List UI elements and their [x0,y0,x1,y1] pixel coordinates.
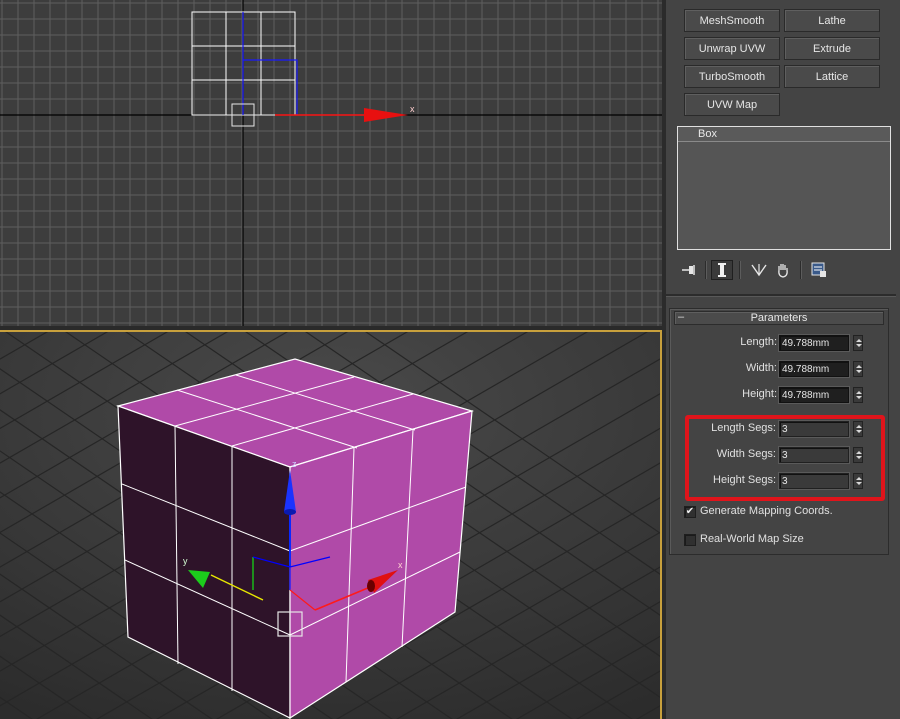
pin-stack-icon[interactable] [678,260,700,280]
modifier-stack-item-box[interactable]: Box [678,127,890,142]
length-field[interactable]: 49.788mm [779,335,849,351]
perspective-viewport[interactable]: z y x [0,330,662,719]
show-end-result-icon[interactable] [711,260,733,280]
configure-modifier-sets-icon[interactable] [808,260,830,280]
rollout-title: Parameters [750,312,808,324]
real-world-map-size-label: Real-World Map Size [700,533,804,545]
perspective-scene: z y x [0,332,660,719]
lattice-button[interactable]: Lattice [784,65,880,88]
command-panel: MeshSmooth Lathe Unwrap UVW Extrude Turb… [666,0,900,719]
length-segs-spinner[interactable] [853,421,863,437]
height-segs-field[interactable]: 3 [779,473,849,489]
width-segs-spinner[interactable] [853,447,863,463]
top-x-axis-label: x [410,104,415,114]
generate-mapping-checkbox[interactable]: ✔ [684,506,696,518]
width-segs-field[interactable]: 3 [779,447,849,463]
gizmo-y-label: y [183,556,188,566]
real-world-map-size-checkbox[interactable] [684,534,696,546]
remove-modifier-icon[interactable] [772,260,794,280]
width-field[interactable]: 49.788mm [779,361,849,377]
length-segs-label: Length Segs: [711,422,776,434]
parameters-rollout: – Parameters Length: 49.788mm Width: 49.… [669,308,889,555]
lathe-button[interactable]: Lathe [784,9,880,32]
width-segs-label: Width Segs: [716,448,776,460]
modifier-stack-list[interactable]: Box [677,126,891,250]
height-label: Height: [742,388,777,400]
turbosmooth-button[interactable]: TurboSmooth [684,65,780,88]
top-viewport[interactable]: x [0,0,662,326]
height-segs-label: Height Segs: [713,474,776,486]
height-field[interactable]: 49.788mm [779,387,849,403]
height-segs-spinner[interactable] [853,473,863,489]
generate-mapping-label: Generate Mapping Coords. [700,505,833,517]
parameters-rollout-header[interactable]: – Parameters [674,311,884,325]
meshsmooth-button[interactable]: MeshSmooth [684,9,780,32]
extrude-button[interactable]: Extrude [784,37,880,60]
unwrap-uvw-button[interactable]: Unwrap UVW [684,37,780,60]
uvw-map-button[interactable]: UVW Map [684,93,780,116]
gizmo-z-label: z [292,459,297,469]
length-spinner[interactable] [853,335,863,351]
gizmo-x-label: x [398,560,403,570]
modifier-stack-toolbar [676,258,896,282]
panel-divider [666,294,896,296]
length-segs-field[interactable]: 3 [779,421,849,437]
length-label: Length: [740,336,777,348]
width-spinner[interactable] [853,361,863,377]
make-unique-icon[interactable] [748,260,770,280]
height-spinner[interactable] [853,387,863,403]
width-label: Width: [745,362,777,374]
top-viewport-grid: x [0,0,662,326]
